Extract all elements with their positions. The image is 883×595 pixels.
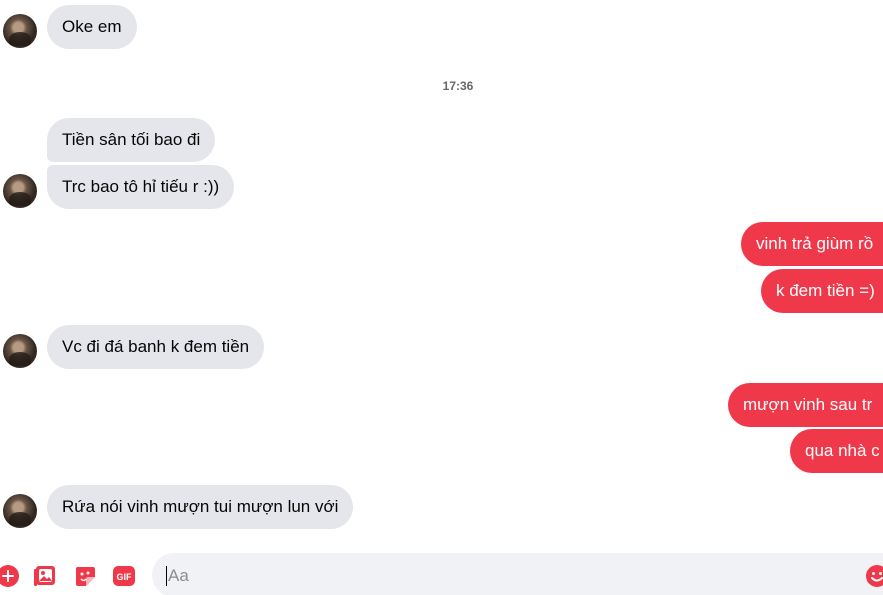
contact-avatar[interactable]	[3, 334, 37, 368]
incoming-message[interactable]: Tiền sân tối bao đi	[47, 118, 216, 162]
incoming-message[interactable]: Oke em	[47, 5, 137, 49]
incoming-message[interactable]: Vc đi đá banh k đem tiền	[47, 325, 265, 369]
message-text: Vc đi đá banh k đem tiền	[62, 337, 250, 356]
gif-icon[interactable]: GIF	[112, 564, 136, 588]
outgoing-message[interactable]: k đem tiền =)	[761, 269, 883, 313]
photo-icon[interactable]	[33, 564, 57, 588]
message-input[interactable]: Aa	[152, 553, 883, 595]
emoji-icon[interactable]	[865, 564, 883, 588]
message-text: k đem tiền =)	[776, 281, 875, 300]
contact-avatar[interactable]	[3, 174, 37, 208]
incoming-message[interactable]: Rứa nói vinh mượn tui mượn lun với	[47, 485, 354, 529]
outgoing-message[interactable]: qua nhà c	[790, 429, 883, 473]
outgoing-message[interactable]: vinh trả giùm rồ	[741, 222, 883, 266]
message-input-placeholder: Aa	[168, 566, 189, 585]
text-caret	[166, 566, 167, 586]
plus-icon[interactable]	[0, 564, 20, 588]
outgoing-message[interactable]: mượn vinh sau tr	[728, 383, 883, 427]
sticker-icon[interactable]	[73, 564, 97, 588]
incoming-message[interactable]: Trc bao tô hỉ tiếu r :))	[47, 165, 235, 209]
contact-avatar[interactable]	[3, 14, 37, 48]
message-text: Rứa nói vinh mượn tui mượn lun với	[62, 497, 339, 516]
contact-avatar[interactable]	[3, 494, 37, 528]
timestamp-divider: 17:36	[442, 79, 474, 93]
message-text: mượn vinh sau tr	[743, 395, 873, 414]
gif-label: GIF	[117, 572, 133, 582]
message-text: qua nhà c	[805, 441, 880, 460]
message-text: Trc bao tô hỉ tiếu r :))	[62, 177, 220, 196]
message-text: Oke em	[62, 17, 122, 36]
message-text: vinh trả giùm rồ	[756, 234, 874, 253]
chat-conversation: Oke em 17:36 Tiền sân tối bao đi Trc bao…	[0, 0, 883, 595]
message-text: Tiền sân tối bao đi	[62, 130, 201, 149]
